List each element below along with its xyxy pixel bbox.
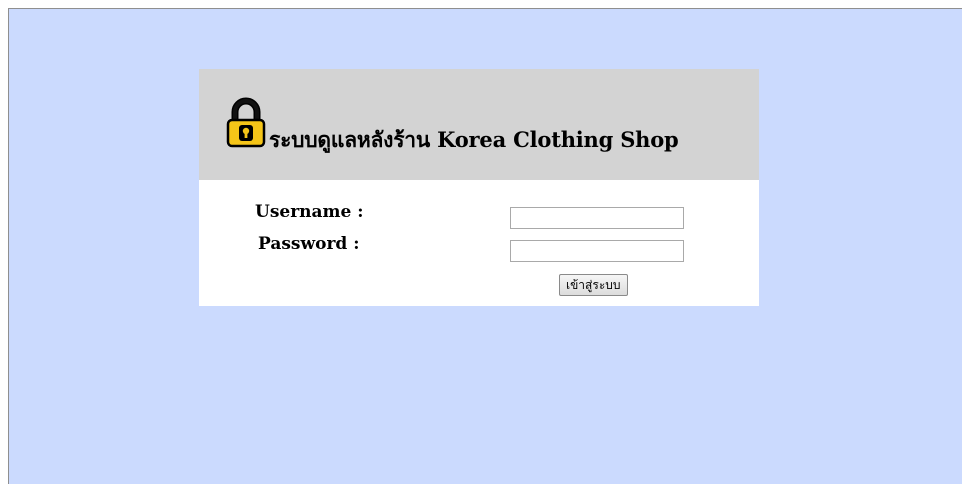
page-title: ระบบดูแลหลังร้าน Korea Clothing Shop: [269, 127, 679, 152]
username-label: Username :: [255, 202, 364, 222]
page-viewport: ระบบดูแลหลังร้าน Korea Clothing Shop Use…: [8, 8, 962, 484]
lock-icon: [226, 97, 266, 149]
username-input[interactable]: [510, 207, 684, 229]
login-panel: ระบบดูแลหลังร้าน Korea Clothing Shop Use…: [199, 69, 759, 306]
password-label: Password :: [258, 234, 360, 254]
password-input[interactable]: [510, 240, 684, 262]
login-button[interactable]: เข้าสู่ระบบ: [559, 274, 628, 296]
login-header: ระบบดูแลหลังร้าน Korea Clothing Shop: [199, 69, 759, 180]
